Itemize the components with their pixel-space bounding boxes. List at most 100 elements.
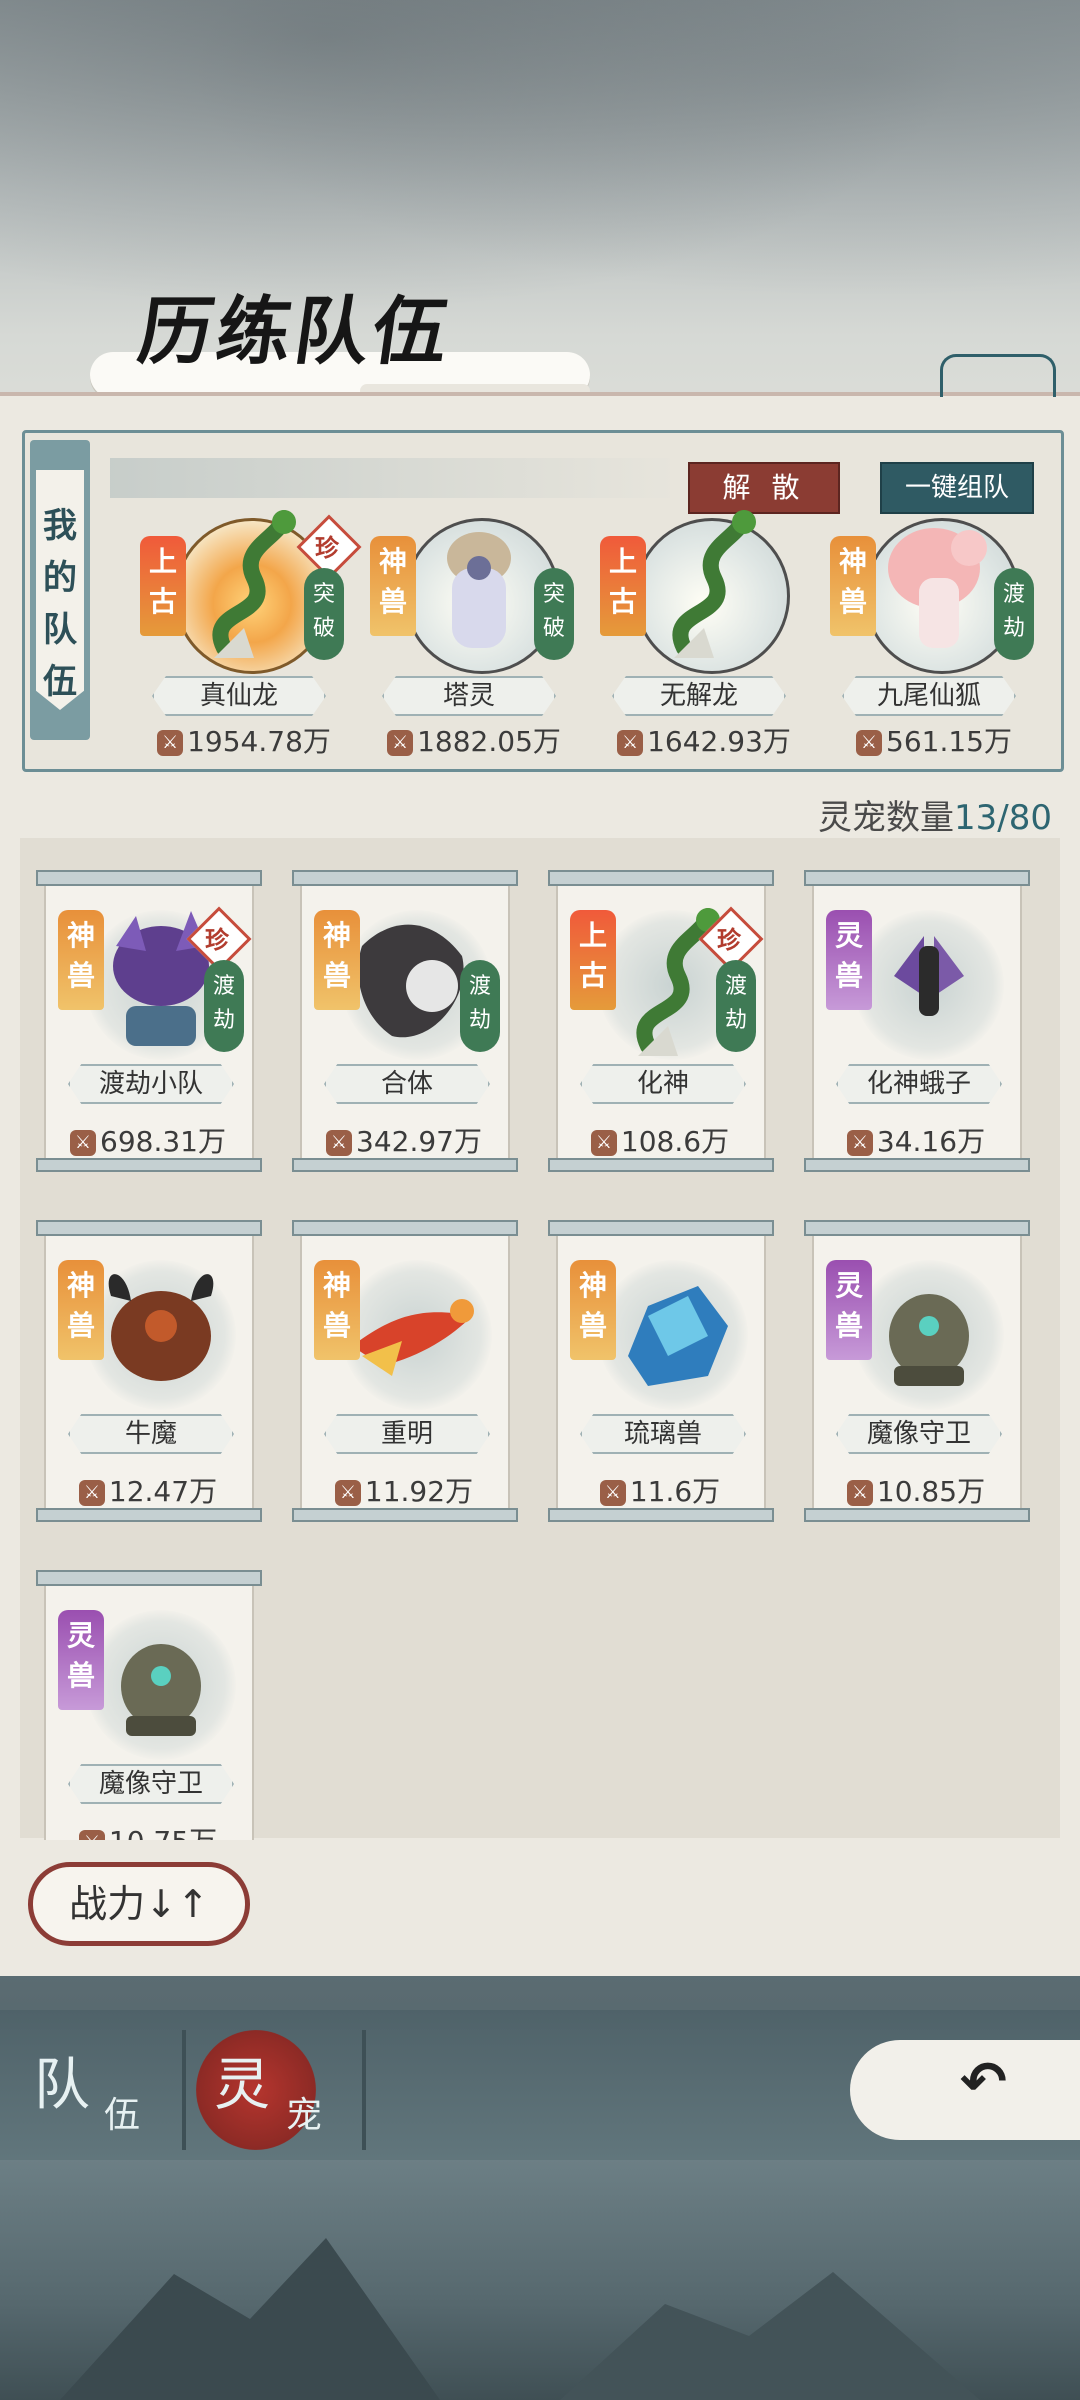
member-name: 九尾仙狐 [842,676,1016,716]
pet-power: ⚔ 342.97万 [304,1120,504,1160]
member-power: ⚔ 1642.93万 [604,720,804,760]
card-scroll-top [292,870,518,886]
nav-divider [182,2030,186,2150]
tab-pets[interactable]: 灵 宠 [196,2028,366,2148]
power-icon: ⚔ [856,730,882,756]
pet-card[interactable]: 神兽重明 ⚔ 11.92万 [292,1220,518,1530]
pet-name: 牛魔 [68,1414,234,1454]
rank-tag: 上古 [600,536,646,636]
card-scroll-bottom [804,1158,1030,1172]
pet-power: ⚔ 11.92万 [304,1470,504,1510]
pet-name: 魔像守卫 [836,1414,1002,1454]
pet-power: ⚔ 108.6万 [560,1120,760,1160]
rank-tag: 灵兽 [826,910,872,1010]
team-member-slot[interactable]: 神兽 渡劫 九尾仙狐 ⚔ 561.15万 [824,498,1044,758]
rank-tag: 神兽 [314,1260,360,1360]
tab-team-sub: 伍 [104,2095,141,2136]
member-power: ⚔ 1882.05万 [374,720,574,760]
pet-name: 合体 [324,1064,490,1104]
pet-name: 琉璃兽 [580,1414,746,1454]
tab-pets-sub: 宠 [286,2095,323,2136]
pet-card[interactable]: 灵兽魔像守卫 ⚔ 10.85万 [804,1220,1030,1530]
pet-count: 灵宠数量13/80 [818,790,1052,839]
pet-count-label: 灵宠数量 [818,798,955,838]
power-icon: ⚔ [334,1480,361,1506]
card-scroll-bottom [548,1158,774,1172]
stone-golem-icon [96,1606,226,1756]
mountain-landscape [0,2160,1080,2400]
rank-tag: 神兽 [58,1260,104,1360]
card-scroll-bottom [548,1508,774,1522]
rank-tag: 神兽 [58,910,104,1010]
stage-tag: 渡劫 [460,960,500,1052]
pet-power-value: 11.6万 [629,1475,721,1508]
green-dragon-icon [644,508,774,658]
card-scroll-top [548,1220,774,1236]
pet-power-value: 108.6万 [620,1125,730,1158]
team-member-slot[interactable]: 上古珍突破 真仙龙 ⚔ 1954.78万 [134,498,362,760]
pet-power-value: 10.75万 [109,1825,217,1840]
card-scroll-top [804,1220,1030,1236]
pet-power: ⚔ 34.16万 [816,1120,1016,1160]
pet-power: ⚔ 698.31万 [48,1120,248,1160]
pet-power-value: 698.31万 [100,1125,226,1158]
pet-card[interactable]: 上古 珍渡劫 化神 ⚔ 108.6万 [548,870,774,1180]
pet-name: 化神蛾子 [836,1064,1002,1104]
member-name: 塔灵 [382,676,556,716]
card-scroll-bottom [292,1158,518,1172]
pet-card[interactable]: 神兽琉璃兽 ⚔ 11.6万 [548,1220,774,1530]
nine-tail-fox-icon [874,508,1004,658]
card-scroll-top [548,870,774,886]
pet-name: 重明 [324,1414,490,1454]
card-scroll-bottom [292,1508,518,1522]
power-icon: ⚔ [846,1480,873,1506]
member-name: 无解龙 [612,676,786,716]
team-label: 我的队伍 [43,506,77,702]
nav-divider [362,2030,366,2150]
power-icon: ⚔ [157,730,184,756]
power-icon: ⚔ [387,730,414,756]
pet-card[interactable]: 灵兽魔像守卫 ⚔ 10.75万 [36,1570,262,1840]
stage-tag: 突破 [304,568,344,660]
rank-tag: 灵兽 [826,1260,872,1360]
pet-power-value: 34.16万 [876,1125,986,1158]
rank-tag: 神兽 [830,536,876,636]
pet-card[interactable]: 神兽 珍渡劫 渡劫小队 ⚔ 698.31万 [36,870,262,1180]
tab-team-main: 队 [34,2053,90,2118]
card-scroll-top [36,1220,262,1236]
rank-tag: 上古 [570,910,616,1010]
pet-power: ⚔ 10.75万 [48,1820,248,1840]
card-scroll-top [804,870,1030,886]
pet-card[interactable]: 神兽 牛魔 ⚔ 12.47万 [36,1220,262,1530]
pet-power-value: 342.97万 [356,1125,482,1158]
tab-team[interactable]: 队 伍 [20,2028,190,2148]
page-title: 历练队伍 [133,289,458,375]
pet-name: 渡劫小队 [68,1064,234,1104]
back-arrow-icon: ↶ [960,2050,1007,2115]
sort-by-power-button[interactable]: 战力↓↑ [28,1862,250,1946]
pet-power-value: 12.47万 [108,1475,218,1508]
pet-power-value: 10.85万 [876,1475,986,1508]
pet-card[interactable]: 神兽 渡劫 合体 ⚔ 342.97万 [292,870,518,1180]
power-icon: ⚔ [78,1830,105,1840]
rank-tag: 上古 [140,536,186,636]
team-member-slot[interactable]: 上古无解龙 ⚔ 1642.93万 [594,498,814,758]
bull-demon-icon [96,1256,226,1406]
pet-count-value: 13/80 [954,798,1052,838]
member-power-value: 561.15万 [886,725,1012,758]
power-icon: ⚔ [599,1480,626,1506]
power-icon: ⚔ [590,1130,617,1156]
pet-card[interactable]: 灵兽化神蛾子 ⚔ 34.16万 [804,870,1030,1180]
tab-pets-main: 灵 [214,2053,270,2118]
card-scroll-bottom [36,1158,262,1172]
team-member-slot[interactable]: 神兽 突破 塔灵 ⚔ 1882.05万 [364,498,584,758]
card-scroll-top [36,1570,262,1586]
pet-name: 魔像守卫 [68,1764,234,1804]
member-power-value: 1954.78万 [187,725,331,758]
member-power: ⚔ 1954.78万 [144,720,344,760]
member-power-value: 1642.93万 [647,725,791,758]
card-scroll-bottom [804,1508,1030,1522]
crystal-beast-icon [608,1256,738,1406]
member-name: 真仙龙 [152,676,326,716]
rank-tag: 神兽 [570,1260,616,1360]
